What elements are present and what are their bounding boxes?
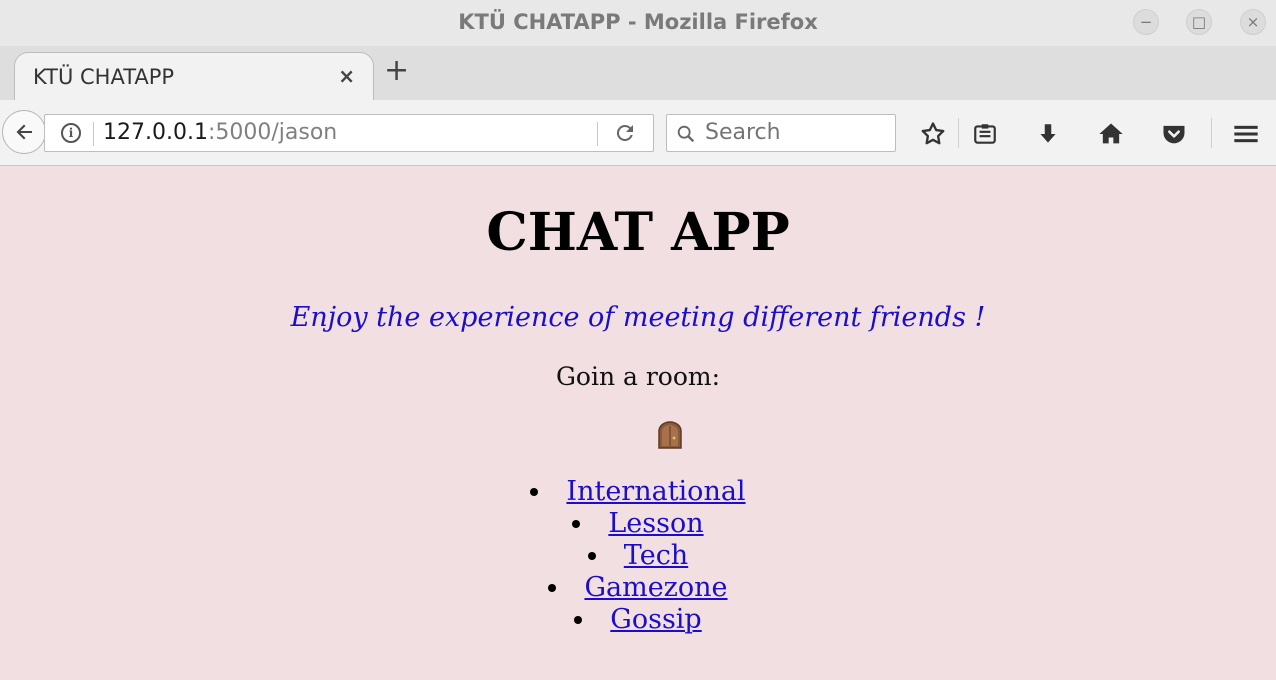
search-input[interactable] xyxy=(705,120,885,145)
back-icon xyxy=(16,124,32,140)
url-divider-right xyxy=(597,122,598,146)
download-icon xyxy=(1040,124,1056,143)
tab-close-icon[interactable]: × xyxy=(338,64,355,88)
room-link-tech[interactable]: Tech xyxy=(624,540,688,571)
info-icon[interactable]: i xyxy=(61,123,81,143)
list-item: Gamezone xyxy=(0,572,1276,604)
url-bar[interactable]: i 127.0.0.1:5000/jason xyxy=(44,114,654,152)
room-link-international[interactable]: International xyxy=(566,476,745,507)
navigation-toolbar: i 127.0.0.1:5000/jason xyxy=(0,100,1276,166)
reading-list-icon xyxy=(974,124,996,144)
door-icon xyxy=(658,421,682,449)
maximize-button[interactable]: □ xyxy=(1186,9,1212,35)
close-icon: × xyxy=(1246,13,1260,31)
bookmark-star-icon xyxy=(921,122,945,145)
reload-icon[interactable] xyxy=(613,121,637,145)
room-prompt: Goin a room: xyxy=(555,362,721,391)
pocket-button[interactable] xyxy=(1160,120,1188,148)
home-button[interactable] xyxy=(1097,120,1125,148)
room-link-gamezone[interactable]: Gamezone xyxy=(584,572,727,603)
list-item: International xyxy=(0,476,1276,508)
search-icon xyxy=(677,125,695,143)
pocket-icon xyxy=(1163,125,1185,144)
new-tab-button[interactable]: + xyxy=(384,56,409,86)
list-item: Gossip xyxy=(0,604,1276,636)
list-item: Lesson xyxy=(0,508,1276,540)
room-list: International Lesson Tech Gamezone Gossi… xyxy=(0,476,1276,636)
page-tagline: Enjoy the experience of meeting differen… xyxy=(290,302,986,333)
menu-icon xyxy=(1234,125,1258,143)
url-text[interactable]: 127.0.0.1:5000/jason xyxy=(103,120,337,145)
window-titlebar: KTÜ CHATAPP - Mozilla Firefox − □ × xyxy=(0,0,1276,46)
downloads-button[interactable] xyxy=(1034,120,1062,148)
minimize-button[interactable]: − xyxy=(1133,9,1159,35)
toolbar-divider xyxy=(958,118,959,148)
room-link-gossip[interactable]: Gossip xyxy=(610,604,701,635)
url-host: 127.0.0.1 xyxy=(103,120,208,145)
url-divider xyxy=(93,122,94,146)
page-title: CHAT APP xyxy=(486,202,790,263)
tab-strip: KTÜ CHATAPP × + xyxy=(0,46,1276,100)
reading-list-button[interactable] xyxy=(971,120,999,148)
back-button[interactable] xyxy=(2,110,46,154)
toolbar-divider xyxy=(1211,118,1212,148)
tab-ktu-chatapp[interactable]: KTÜ CHATAPP × xyxy=(14,52,374,100)
search-box[interactable] xyxy=(666,114,896,152)
tab-title: KTÜ CHATAPP xyxy=(33,65,175,89)
page-content: CHAT APP Enjoy the experience of meeting… xyxy=(0,166,1276,680)
maximize-icon: □ xyxy=(1191,13,1207,31)
minimize-icon: − xyxy=(1139,13,1153,31)
close-window-button[interactable]: × xyxy=(1240,9,1266,35)
room-link-lesson[interactable]: Lesson xyxy=(608,508,703,539)
home-icon xyxy=(1099,123,1123,144)
list-item: Tech xyxy=(0,540,1276,572)
window-title: KTÜ CHATAPP - Mozilla Firefox xyxy=(458,10,818,34)
bookmark-button[interactable] xyxy=(919,120,947,148)
menu-button[interactable] xyxy=(1232,120,1260,148)
url-path: :5000/jason xyxy=(207,120,338,145)
